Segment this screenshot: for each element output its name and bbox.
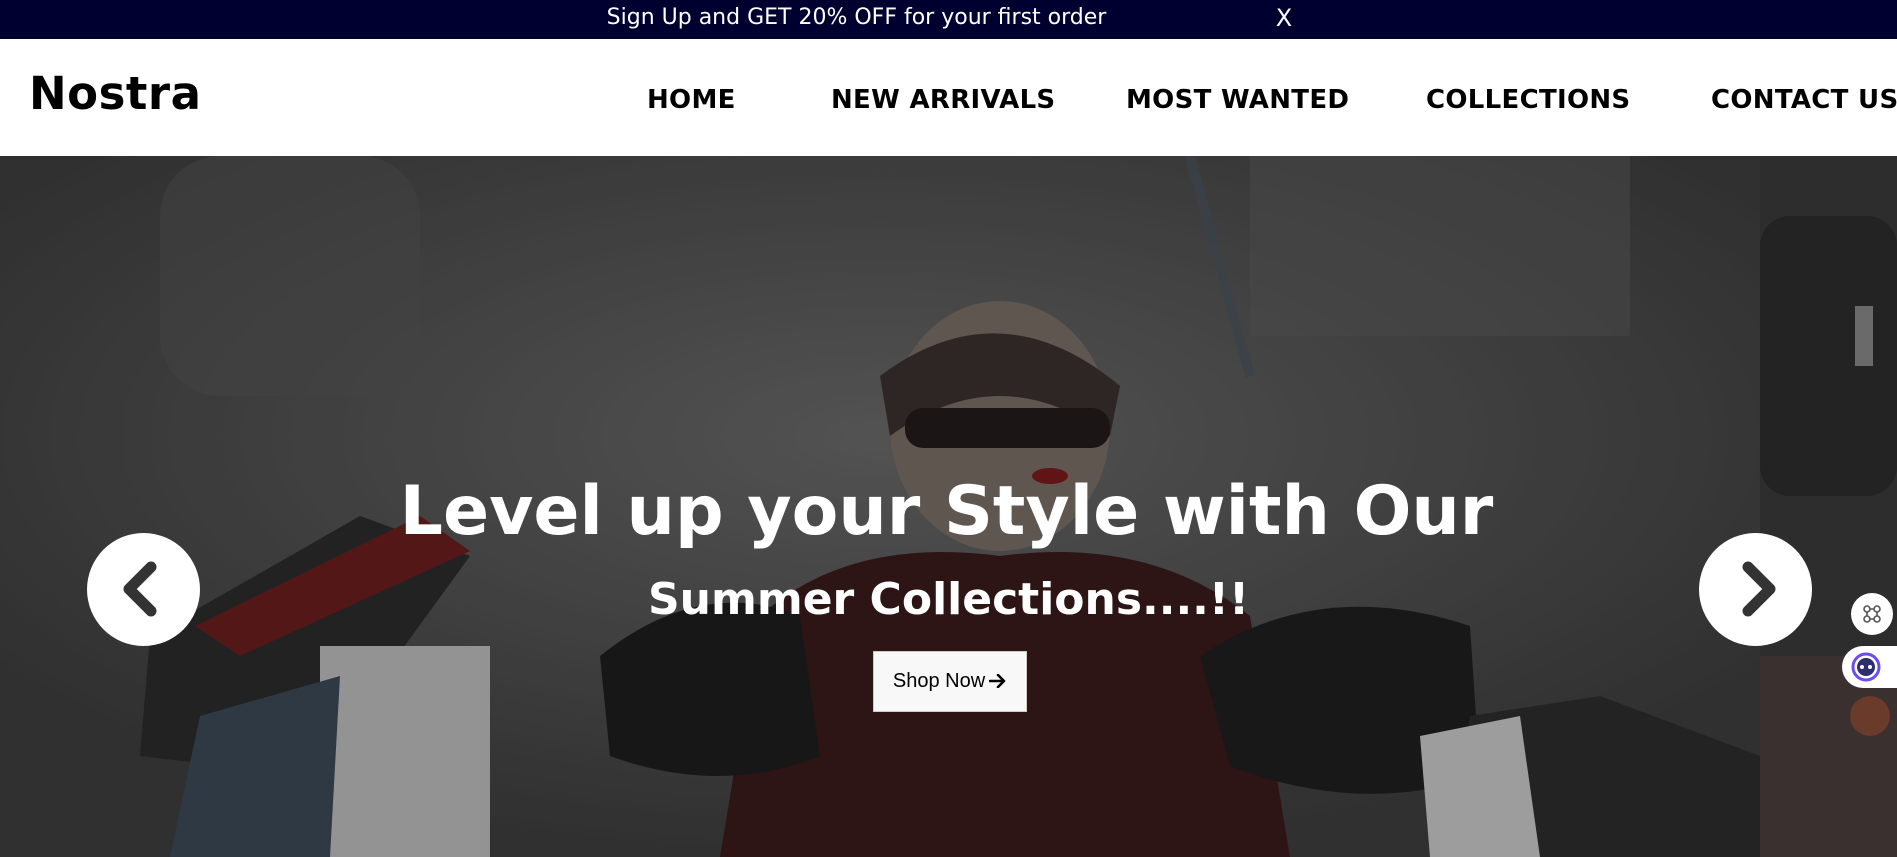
chevron-left-icon [123, 561, 157, 617]
promo-text: Sign Up and GET 20% OFF for your first o… [606, 5, 1107, 30]
carousel-next-button[interactable] [1699, 533, 1812, 646]
carousel-prev-button[interactable] [87, 533, 200, 646]
nav-item-most-wanted[interactable]: MOST WANTED [1126, 85, 1349, 115]
command-widget-button[interactable] [1851, 593, 1893, 635]
promo-close-button[interactable]: X [1270, 0, 1298, 36]
nav-item-home[interactable]: HOME [647, 85, 736, 115]
nav-item-collections[interactable]: COLLECTIONS [1426, 85, 1630, 115]
hero-title-text: Level up your Style with Our [399, 472, 1494, 551]
hero-title: Level up your Style with Our [0, 472, 1897, 551]
shop-now-button[interactable]: Shop Now [873, 651, 1027, 712]
hero-carousel: Level up your Style with Our Summer Coll… [0, 156, 1897, 857]
nav-item-contact-us[interactable]: CONTACT US [1711, 85, 1897, 115]
shop-now-label: Shop Now [892, 670, 986, 692]
arrow-right-icon [988, 652, 1007, 711]
site-logo[interactable]: Nostra [29, 67, 201, 120]
hero-subtitle: Summer Collections....!! [647, 574, 1250, 625]
assistant-widget-button[interactable] [1842, 646, 1897, 688]
assistant-face-icon [1851, 652, 1881, 682]
command-icon [1863, 605, 1881, 623]
chevron-right-icon [1742, 561, 1776, 617]
site-header: Nostra HOME NEW ARRIVALS MOST WANTED COL… [0, 39, 1897, 156]
promo-bar: Sign Up and GET 20% OFF for your first o… [0, 0, 1897, 39]
nav-item-new-arrivals[interactable]: NEW ARRIVALS [831, 85, 1055, 115]
